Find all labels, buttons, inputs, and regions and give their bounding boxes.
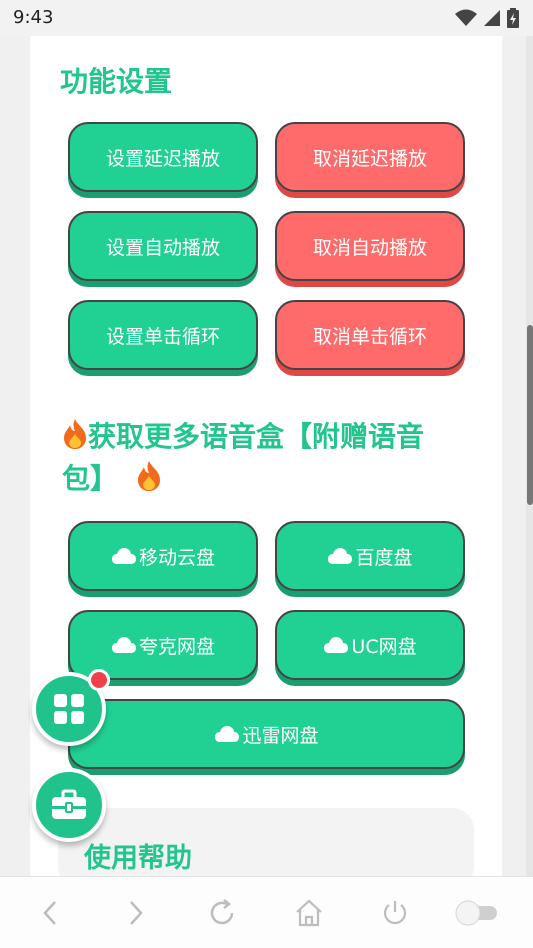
set-click-loop-button[interactable]: 设置单击循环 [68, 300, 258, 370]
mobile-cloud-label: 移动云盘 [138, 546, 215, 569]
mobile-cloud-button[interactable]: 移动云盘 [68, 521, 258, 591]
downloads-title-line1: 获取更多语音盒【附赠语音 [88, 420, 425, 453]
refresh-icon [210, 899, 234, 925]
back-button[interactable] [30, 893, 70, 933]
toggle-switch[interactable] [455, 893, 501, 933]
set-delay-play-button[interactable]: 设置延迟播放 [68, 122, 258, 192]
power-icon [383, 901, 407, 925]
uc-pan-label: UC网盘 [351, 635, 417, 658]
uc-pan-button[interactable]: UC网盘 [275, 610, 465, 680]
cloud-icon [215, 726, 240, 742]
baidu-pan-label: 百度盘 [355, 546, 413, 569]
status-time: 9:43 [13, 7, 54, 28]
bottom-navigation [0, 876, 533, 948]
cloud-icon [324, 637, 349, 653]
status-bar: 9:43 [0, 0, 533, 36]
refresh-button[interactable] [202, 893, 242, 933]
notification-dot [88, 669, 110, 691]
toggle-icon [455, 900, 497, 926]
grid-icon [54, 694, 84, 724]
forward-button[interactable] [116, 893, 156, 933]
toolbox-icon [52, 789, 86, 819]
chevron-left-icon [43, 901, 56, 925]
chevron-right-icon [130, 901, 143, 925]
home-icon [296, 899, 322, 927]
cancel-auto-play-button[interactable]: 取消自动播放 [275, 211, 465, 281]
home-button[interactable] [289, 893, 329, 933]
cloud-icon [328, 548, 353, 564]
help-title: 使用帮助 [84, 843, 192, 874]
battery-icon [507, 8, 519, 28]
cloud-icon [111, 548, 136, 564]
fire-icon [64, 419, 86, 449]
power-button[interactable] [375, 893, 415, 933]
fire-icon [137, 461, 160, 491]
cancel-delay-play-button[interactable]: 取消延迟播放 [275, 122, 465, 192]
toolbox-fab-button[interactable] [32, 768, 106, 842]
downloads-title-line2: 包】 [62, 462, 119, 495]
cloud-icon [111, 637, 136, 653]
xunlei-pan-label: 迅雷网盘 [242, 724, 319, 747]
cancel-click-loop-button[interactable]: 取消单击循环 [275, 300, 465, 370]
wifi-icon [455, 9, 477, 26]
signal-icon [484, 10, 500, 26]
downloads-title: 获取更多语音盒【附赠语音 包】 [62, 416, 462, 500]
settings-title: 功能设置 [60, 65, 173, 98]
scrollbar-thumb[interactable] [527, 325, 533, 505]
baidu-pan-button[interactable]: 百度盘 [275, 521, 465, 591]
set-auto-play-button[interactable]: 设置自动播放 [68, 211, 258, 281]
status-icons [455, 8, 519, 28]
xunlei-pan-button[interactable]: 迅雷网盘 [68, 699, 465, 769]
quark-pan-label: 夸克网盘 [138, 635, 215, 658]
